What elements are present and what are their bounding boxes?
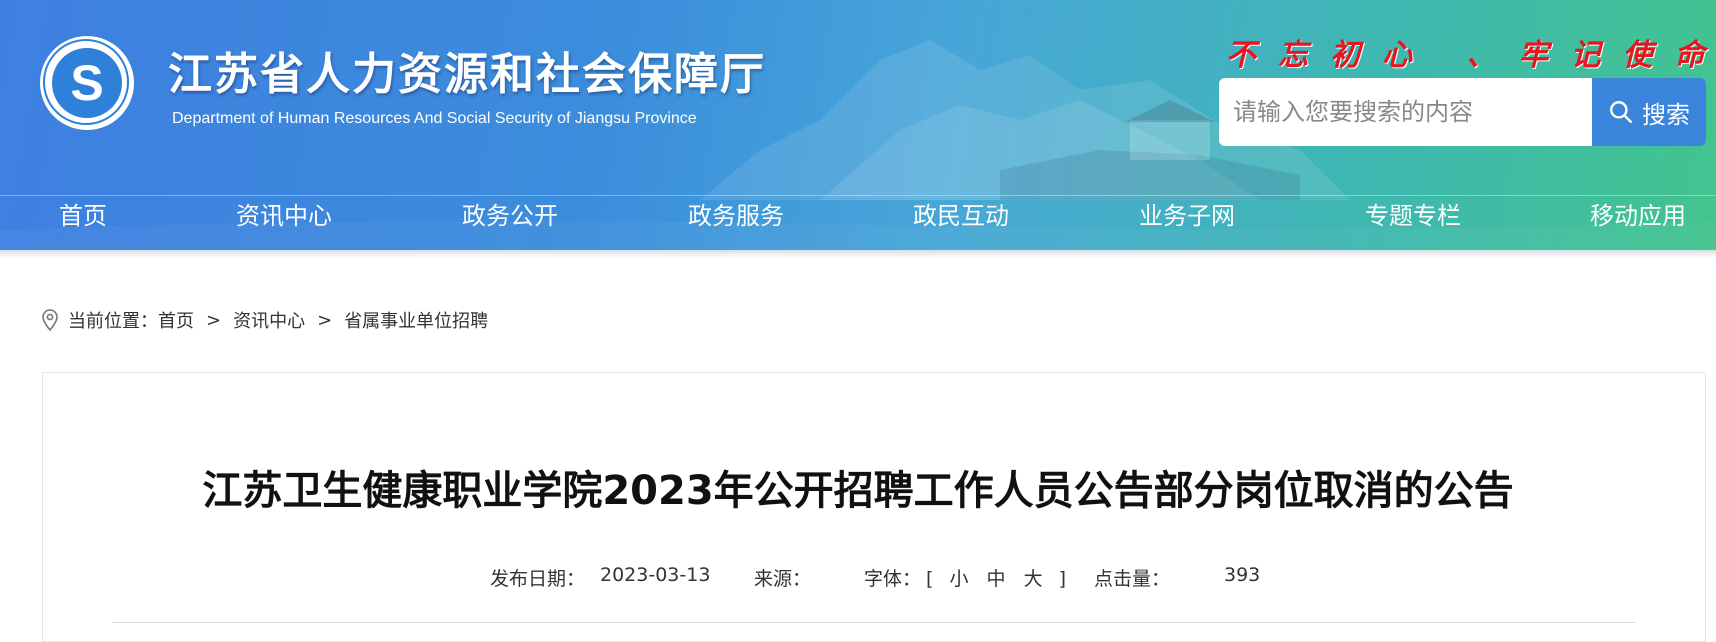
- search-button[interactable]: 搜索: [1592, 78, 1706, 146]
- site-header: S 江苏省人力资源和社会保障厅 Department of Human Reso…: [0, 0, 1716, 250]
- site-slogan: 不忘初心 、牢记使命: [1226, 38, 1716, 73]
- hits-label: 点击量：: [1094, 568, 1171, 590]
- search-icon: [1610, 101, 1632, 123]
- main-nav: 首页 资讯中心 政务公开 政务服务 政民互动 业务子网 专题专栏 移动应用: [0, 196, 1716, 250]
- site-title[interactable]: 江苏省人力资源和社会保障厅: [168, 38, 766, 102]
- logo-s-mark: S: [70, 55, 104, 111]
- font-size-bracket-open: [: [926, 568, 934, 590]
- source-label: 来源：: [754, 568, 812, 590]
- location-pin-icon: [42, 309, 58, 332]
- publish-date: 2023-03-13: [600, 564, 711, 586]
- breadcrumb-separator: >: [317, 309, 333, 331]
- font-size-controls: [ 小 中 大 ]: [926, 564, 1066, 590]
- site-subtitle: Department of Human Resources And Social…: [172, 110, 697, 127]
- meta-divider: [112, 622, 1636, 623]
- search-box: [1219, 78, 1592, 146]
- font-size-small[interactable]: 小: [949, 568, 968, 590]
- header-shadow: [0, 250, 1716, 258]
- nav-item-mobile[interactable]: 移动应用: [1590, 196, 1686, 250]
- breadcrumb-prefix: 当前位置：: [68, 311, 158, 332]
- font-size-large[interactable]: 大: [1024, 568, 1043, 590]
- nav-item-subsites[interactable]: 业务子网: [1139, 196, 1235, 250]
- font-size-label: 字体：: [864, 568, 922, 590]
- nav-item-interaction[interactable]: 政民互动: [913, 196, 1009, 250]
- nav-item-gov-service[interactable]: 政务服务: [688, 196, 784, 250]
- nav-item-topics[interactable]: 专题专栏: [1365, 196, 1461, 250]
- hits-count: 393: [1224, 564, 1261, 586]
- nav-item-news[interactable]: 资讯中心: [236, 196, 332, 250]
- nav-item-gov-open[interactable]: 政务公开: [462, 196, 558, 250]
- logo-emblem: S: [52, 48, 122, 118]
- nav-item-home[interactable]: 首页: [59, 196, 107, 250]
- breadcrumb: 当前位置： 首页 > 资讯中心 > 省属事业单位招聘: [40, 306, 488, 334]
- article-title: 江苏卫生健康职业学院2023年公开招聘工作人员公告部分岗位取消的公告: [202, 468, 1514, 514]
- breadcrumb-news[interactable]: 资讯中心: [233, 307, 305, 333]
- font-size-bracket-close: ]: [1058, 568, 1067, 590]
- font-size-medium[interactable]: 中: [987, 568, 1006, 590]
- search-input[interactable]: [1219, 78, 1592, 146]
- search-button-label: 搜索: [1642, 100, 1690, 129]
- breadcrumb-separator: >: [206, 309, 222, 331]
- breadcrumb-home[interactable]: 首页: [158, 307, 194, 333]
- breadcrumb-recruitment[interactable]: 省属事业单位招聘: [344, 307, 488, 333]
- site-logo[interactable]: S: [40, 36, 134, 130]
- publish-date-label: 发布日期：: [490, 568, 586, 590]
